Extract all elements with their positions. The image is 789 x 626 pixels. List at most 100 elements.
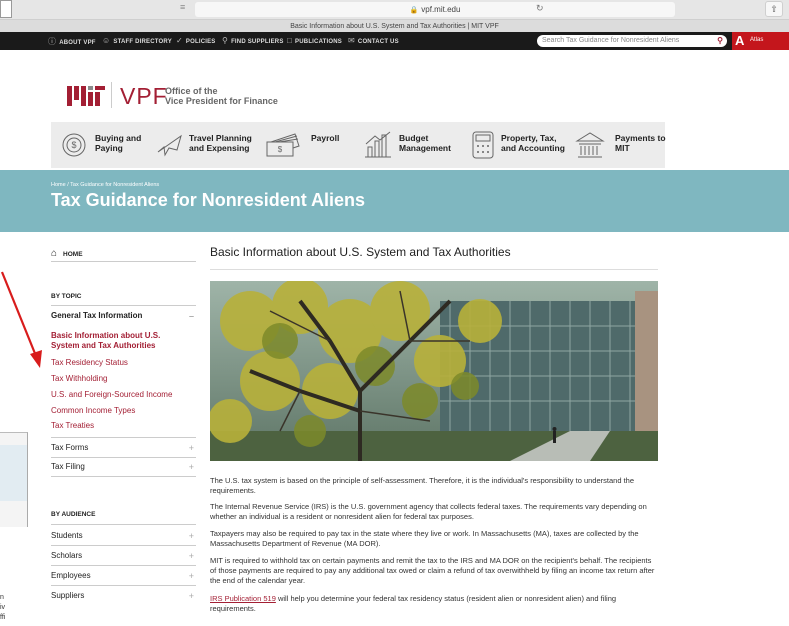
sidebar-link-tax-residency[interactable]: Tax Residency Status [51, 358, 128, 368]
cash-stack-icon: $ [266, 133, 300, 157]
expand-icon[interactable]: + [189, 551, 194, 561]
browser-chrome: ≡ 🔒 vpf.mit.edu ⇧ Basic Information about… [0, 0, 789, 32]
dollar-coin-icon: $ [62, 133, 86, 157]
nav-label: Payroll [311, 133, 340, 143]
share-icon[interactable]: ⇧ [765, 1, 783, 17]
sidebar-item-students[interactable]: Students + [51, 531, 196, 541]
sidebar-home-link[interactable]: ⌂ HOME [51, 248, 83, 259]
expand-icon[interactable]: + [189, 571, 194, 581]
utility-bar: ⓘ ABOUT VPF ☺ STAFF DIRECTORY ✓ POLICIES ⚲ F… [0, 32, 789, 50]
paragraph-3: Taxpayers may also be required to pay ta… [210, 529, 639, 548]
paragraph-1: The U.S. tax system is based on the prin… [210, 476, 635, 495]
search-placeholder: Search Tax Guidance for Nonresident Alie… [542, 37, 680, 44]
reader-icon[interactable]: ≡ [180, 2, 185, 12]
mit-logo[interactable] [67, 86, 105, 106]
svg-text:$: $ [71, 140, 76, 150]
sidebar-link-tax-withholding[interactable]: Tax Withholding [51, 374, 107, 384]
breadcrumb[interactable]: Home / Tax Guidance for Nonresident Alie… [51, 182, 159, 188]
divider [51, 545, 196, 546]
sidebar-item-general-tax[interactable]: General Tax Information – [51, 311, 196, 321]
tab-title[interactable]: Basic Information about U.S. System and … [0, 19, 789, 32]
vpf-logo[interactable]: VPF [120, 83, 168, 110]
office-title: Office of the Vice President for Finance [165, 86, 278, 106]
content-title: Basic Information about U.S. System and … [210, 245, 511, 259]
sidebar-item-tax-forms[interactable]: Tax Forms + [51, 443, 196, 453]
atlas-label: Atlas [750, 37, 764, 43]
sidebar-link-income-sources[interactable]: U.S. and Foreign-Sourced Income [51, 390, 172, 400]
divider [51, 585, 196, 586]
nav-label: Payments to MIT [615, 133, 666, 153]
expand-icon[interactable]: + [189, 591, 194, 601]
sidebar-section-by-audience: BY AUDIENCE [51, 511, 96, 518]
calculator-icon [472, 131, 494, 159]
sidebar-item-suppliers[interactable]: Suppliers + [51, 591, 196, 601]
campus-photo [210, 281, 658, 461]
collapse-icon[interactable]: – [189, 311, 194, 321]
background-window-text: n iv ffi [0, 594, 6, 621]
mail-icon: ✉ [348, 36, 355, 45]
page-title: Tax Guidance for Nonresident Aliens [51, 190, 366, 210]
util-link-contact[interactable]: ✉ CONTACT US [348, 36, 399, 45]
util-link-staff-directory[interactable]: ☺ STAFF DIRECTORY [102, 36, 172, 45]
nav-property-tax[interactable]: Property, Tax, and Accounting [469, 122, 569, 168]
window-edge [0, 0, 12, 18]
reload-icon[interactable]: ↻ [536, 3, 544, 14]
divider [51, 565, 196, 566]
background-window-panel [0, 445, 27, 501]
sidebar-item-scholars[interactable]: Scholars + [51, 551, 196, 561]
annotation-arrow-icon [0, 271, 42, 368]
expand-icon[interactable]: + [189, 462, 194, 472]
main-nav: $ Buying and Paying Travel Planning and Ex… [51, 122, 666, 168]
atlas-logo-icon: A [735, 33, 745, 48]
util-link-policies[interactable]: ✓ POLICIES [176, 36, 216, 45]
util-link-find-suppliers[interactable]: ⚲ FIND SUPPLIERS [222, 36, 284, 45]
background-window [0, 432, 28, 527]
search-icon: ⚲ [222, 36, 229, 45]
bar-chart-icon [365, 131, 391, 158]
divider [51, 437, 196, 438]
nav-payments-to-mit[interactable]: Payments to MIT [575, 122, 666, 168]
search-icon[interactable]: ⚲ [717, 35, 723, 47]
person-icon: ☺ [102, 36, 111, 45]
sidebar-link-basic-info[interactable]: Basic Information about U.S. System and T… [51, 331, 160, 351]
nav-label: Budget Management [399, 133, 451, 153]
site-search-input[interactable]: Search Tax Guidance for Nonresident Alie… [537, 35, 727, 47]
paragraph-4: MIT is required to withhold tax on certa… [210, 556, 655, 585]
logo-divider [111, 82, 112, 108]
sidebar-item-employees[interactable]: Employees + [51, 571, 196, 581]
office-line-2: Vice President for Finance [165, 96, 278, 106]
lock-icon: 🔒 [409, 7, 419, 14]
sidebar-section-by-topic: BY TOPIC [51, 293, 82, 300]
divider [51, 305, 196, 306]
paragraph-2: The Internal Revenue Service (IRS) is th… [210, 502, 647, 521]
check-circle-icon: ✓ [176, 36, 183, 45]
util-link-publications[interactable]: □ PUBLICATIONS [287, 36, 342, 45]
nav-label: Travel Planning and Expensing [189, 133, 252, 153]
divider [51, 476, 196, 477]
address-bar[interactable]: 🔒 vpf.mit.edu [195, 2, 675, 17]
nav-label: Buying and Paying [95, 133, 142, 153]
office-line-1: Office of the [165, 86, 218, 96]
sidebar-item-tax-filing[interactable]: Tax Filing + [51, 462, 196, 472]
home-icon: ⌂ [51, 248, 58, 259]
irs-publication-519-link[interactable]: IRS Publication 519 [210, 594, 276, 603]
address-url: vpf.mit.edu [421, 5, 461, 14]
divider [51, 261, 196, 262]
airplane-icon [157, 134, 182, 157]
nav-travel[interactable]: Travel Planning and Expensing [155, 122, 265, 168]
document-icon: □ [287, 36, 293, 45]
nav-payroll[interactable]: $ Payroll [265, 122, 365, 168]
sidebar-link-tax-treaties[interactable]: Tax Treaties [51, 421, 94, 431]
building-columns-icon [575, 132, 605, 158]
atlas-button[interactable]: A Atlas [732, 32, 789, 50]
util-link-about[interactable]: ⓘ ABOUT VPF [48, 36, 96, 47]
divider [51, 524, 196, 525]
expand-icon[interactable]: + [189, 531, 194, 541]
svg-text:$: $ [278, 145, 283, 154]
divider [51, 457, 196, 458]
nav-buying-and-paying[interactable]: $ Buying and Paying [59, 122, 159, 168]
divider [210, 269, 658, 270]
sidebar-link-common-income[interactable]: Common Income Types [51, 406, 135, 416]
nav-budget[interactable]: Budget Management [363, 122, 468, 168]
expand-icon[interactable]: + [189, 443, 194, 453]
